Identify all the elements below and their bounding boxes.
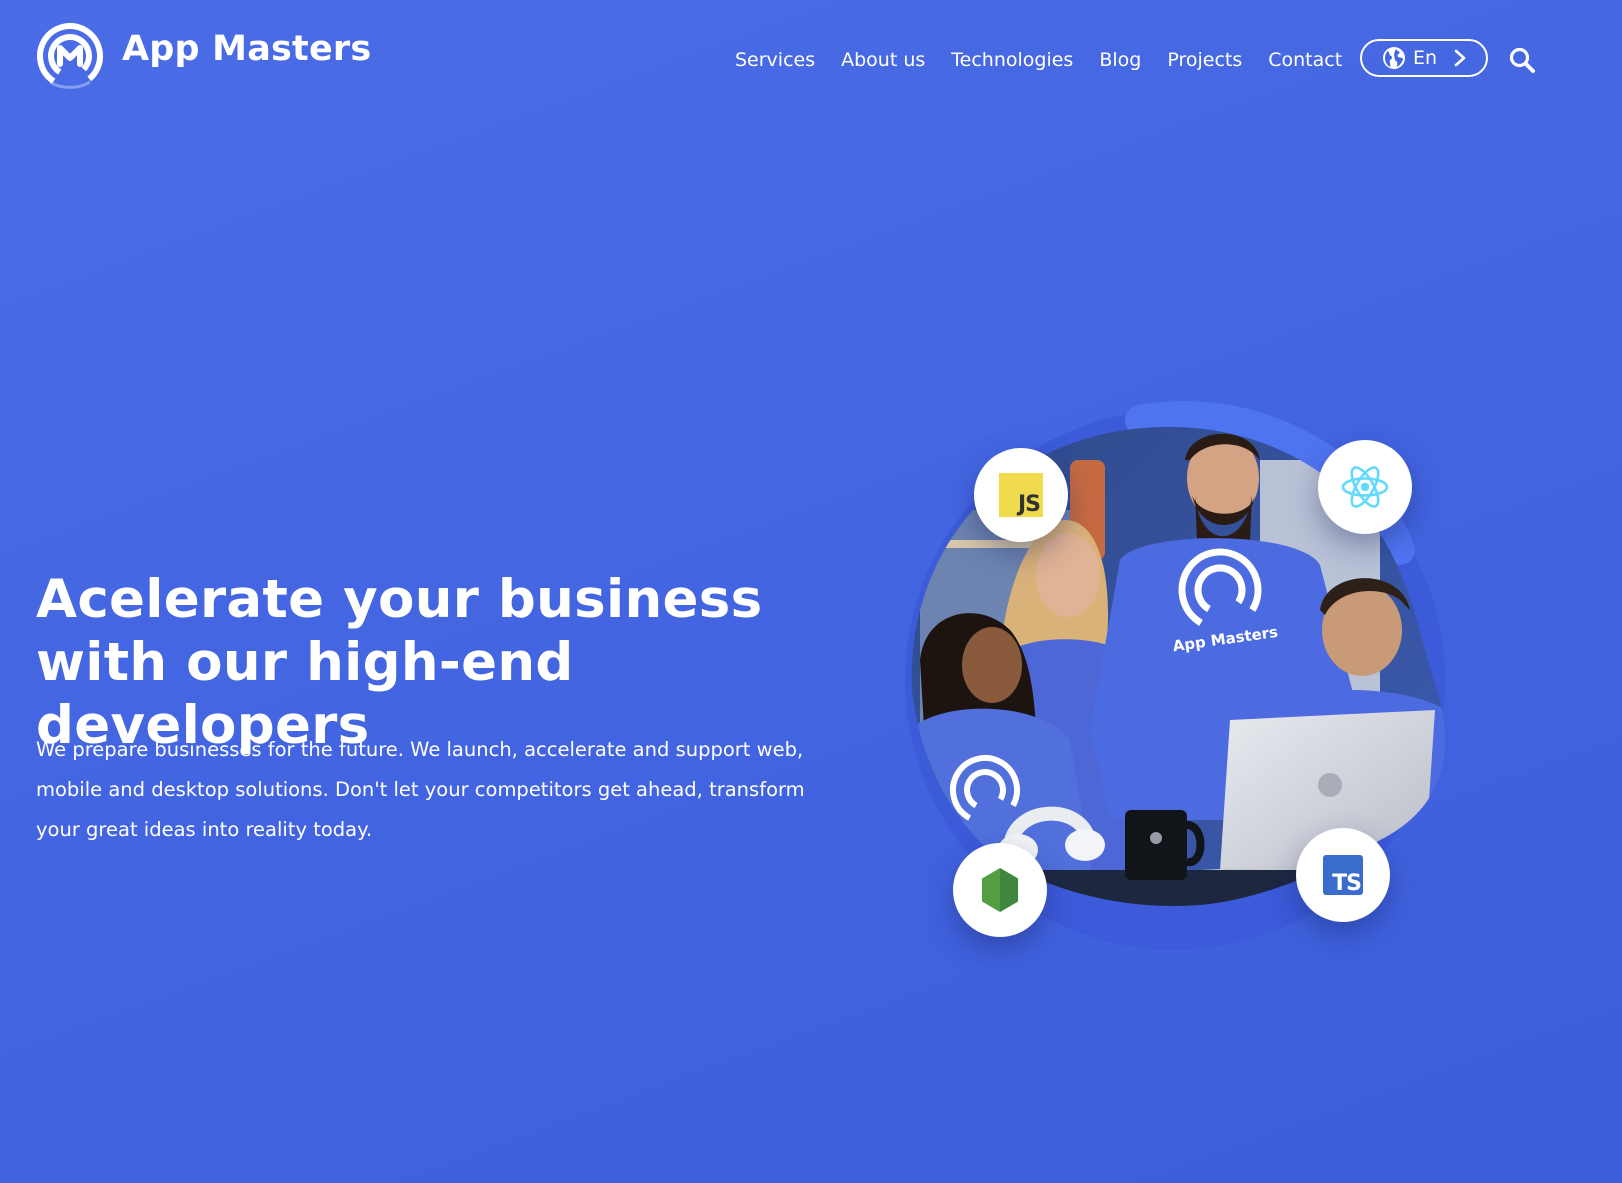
nav-contact[interactable]: Contact	[1268, 42, 1342, 78]
hero-team-image: App Masters JS TS	[900, 400, 1520, 980]
hero-description: We prepare businesses for the future. We…	[36, 738, 805, 841]
react-icon	[1318, 440, 1412, 534]
app-masters-logo-icon	[37, 23, 103, 89]
brand-logo-link[interactable]: App Masters	[36, 22, 371, 90]
typescript-icon: TS	[1296, 828, 1390, 922]
nav-technologies[interactable]: Technologies	[951, 42, 1073, 78]
site-header: App Masters Services About us Technologi…	[0, 0, 1622, 120]
nodejs-icon	[953, 843, 1047, 937]
brand-name: App Masters	[122, 29, 372, 69]
globe-icon	[1383, 47, 1405, 69]
nav-services[interactable]: Services	[735, 42, 815, 78]
chevron-right-icon	[1454, 49, 1466, 67]
language-label: En	[1413, 47, 1438, 69]
main-nav: Services About us Technologies Blog Proj…	[735, 42, 1368, 78]
nav-blog[interactable]: Blog	[1099, 42, 1141, 78]
typescript-label: TS	[1332, 871, 1362, 896]
javascript-label: JS	[1017, 492, 1041, 517]
hero-title: Acelerate your business with our high-en…	[36, 569, 763, 756]
javascript-icon: JS	[974, 448, 1068, 542]
nav-about-us[interactable]: About us	[841, 42, 925, 78]
search-icon[interactable]	[1508, 46, 1536, 74]
nav-projects[interactable]: Projects	[1167, 42, 1242, 78]
language-selector-button[interactable]: En	[1360, 39, 1488, 77]
